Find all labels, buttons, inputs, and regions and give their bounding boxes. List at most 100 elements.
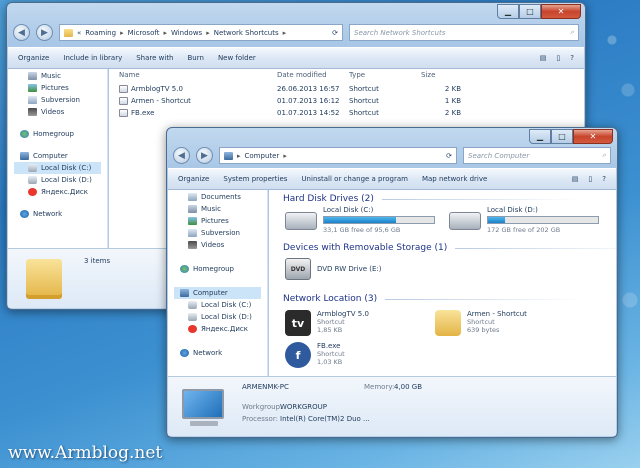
nav-item-network[interactable]: Network bbox=[14, 208, 101, 220]
nav-label: Local Disk (C:) bbox=[41, 164, 92, 172]
table-row[interactable]: FB.exe 01.07.2013 14:52 Shortcut 2 KB bbox=[119, 109, 461, 117]
group-title: Devices with Removable Storage (1) bbox=[283, 243, 448, 253]
address-bar[interactable]: ▸ Computer ▸ ⟳ bbox=[219, 147, 457, 164]
nav-item-videos[interactable]: Videos bbox=[14, 106, 101, 118]
uninstall-program-button[interactable]: Uninstall or change a program bbox=[301, 175, 408, 183]
view-options-icon[interactable]: ▤ bbox=[572, 175, 579, 183]
nav-item-local-disk-c[interactable]: Local Disk (C:) bbox=[14, 162, 101, 174]
nav-item-subversion[interactable]: Subversion bbox=[174, 227, 261, 239]
back-arrow-icon[interactable]: ◀ bbox=[173, 147, 190, 164]
breadcrumb-network-shortcuts[interactable]: Network Shortcuts bbox=[214, 29, 279, 37]
map-network-drive-button[interactable]: Map network drive bbox=[422, 175, 487, 183]
nav-item-pictures[interactable]: Pictures bbox=[14, 82, 101, 94]
refresh-icon[interactable]: ⟳ bbox=[446, 152, 452, 160]
network-item-armen-shortcut[interactable]: Armen - Shortcut Shortcut 639 bytes bbox=[435, 310, 527, 336]
network-icon bbox=[180, 349, 189, 357]
nav-item-documents[interactable]: Documents bbox=[174, 191, 261, 203]
column-size[interactable]: Size bbox=[421, 71, 461, 79]
table-row[interactable]: Armen - Shortcut 01.07.2013 16:12 Shortc… bbox=[119, 97, 461, 105]
column-headers: Name Date modified Type Size bbox=[119, 71, 461, 79]
maximize-button[interactable]: □ bbox=[519, 4, 541, 19]
nav-label: Homegroup bbox=[33, 130, 75, 138]
minimize-button[interactable]: ▁ bbox=[497, 4, 519, 19]
drive-tile-d[interactable]: Local Disk (D:) 172 GB free of 202 GB bbox=[449, 206, 599, 234]
column-date-modified[interactable]: Date modified bbox=[277, 71, 349, 79]
organize-button[interactable]: Organize bbox=[18, 54, 49, 62]
nav-item-network[interactable]: Network bbox=[174, 347, 261, 359]
nav-item-yandex-disk[interactable]: Яндекс.Диск bbox=[14, 186, 101, 198]
nav-item-music[interactable]: Music bbox=[174, 203, 261, 215]
include-in-library-button[interactable]: Include in library bbox=[63, 54, 122, 62]
processor-value: Intel(R) Core(TM)2 Duo ... bbox=[280, 415, 370, 423]
drive-free-space: 33,1 GB free of 95,6 GB bbox=[323, 226, 401, 234]
nav-item-homegroup[interactable]: Homegroup bbox=[174, 263, 261, 275]
nav-item-local-disk-d[interactable]: Local Disk (D:) bbox=[14, 174, 101, 186]
network-item-fb-exe[interactable]: f FB.exe Shortcut 1,03 KB bbox=[285, 342, 345, 368]
computer-icon bbox=[20, 152, 29, 160]
file-size: 2 KB bbox=[444, 109, 461, 117]
dvd-drive-tile[interactable]: DVD DVD RW Drive (E:) bbox=[285, 258, 382, 280]
group-header-hard-disk-drives[interactable]: Hard Disk Drives (2) bbox=[283, 194, 582, 204]
table-row[interactable]: ArmblogTV 5.0 26.06.2013 16:57 Shortcut … bbox=[119, 85, 461, 93]
documents-icon bbox=[188, 193, 197, 201]
nav-label: Network bbox=[193, 349, 223, 357]
help-icon[interactable]: ? bbox=[602, 175, 606, 183]
nav-label: Pictures bbox=[201, 217, 229, 225]
item-name: FB.exe bbox=[317, 342, 341, 350]
nav-item-videos[interactable]: Videos bbox=[174, 239, 261, 251]
memory-value: 4,00 GB bbox=[394, 383, 423, 391]
forward-arrow-icon[interactable]: ▶ bbox=[196, 147, 213, 164]
nav-item-computer[interactable]: Computer bbox=[14, 150, 101, 162]
nav-item-yandex-disk[interactable]: Яндекс.Диск bbox=[174, 323, 261, 335]
system-properties-button[interactable]: System properties bbox=[223, 175, 287, 183]
help-icon[interactable]: ? bbox=[570, 54, 574, 62]
close-button[interactable]: ✕ bbox=[573, 129, 613, 144]
nav-label: Яндекс.Диск bbox=[41, 188, 88, 196]
forward-arrow-icon[interactable]: ▶ bbox=[36, 24, 53, 41]
breadcrumb-overflow[interactable]: « bbox=[77, 29, 81, 37]
search-box[interactable]: Search Network Shortcuts ⌕ bbox=[349, 24, 579, 41]
nav-item-pictures[interactable]: Pictures bbox=[174, 215, 261, 227]
organize-button[interactable]: Organize bbox=[178, 175, 209, 183]
navigation-pane: Documents Music Pictures Subversion Vide… bbox=[168, 190, 268, 376]
breadcrumb-microsoft[interactable]: Microsoft bbox=[128, 29, 160, 37]
address-bar[interactable]: « Roaming ▸ Microsoft ▸ Windows ▸ Network S… bbox=[59, 24, 343, 41]
hard-drive-icon bbox=[449, 212, 481, 230]
nav-label: Music bbox=[201, 205, 221, 213]
share-with-button[interactable]: Share with bbox=[136, 54, 173, 62]
item-type: Shortcut bbox=[317, 350, 345, 358]
nav-item-local-disk-c[interactable]: Local Disk (C:) bbox=[174, 299, 261, 311]
preview-pane-icon[interactable]: ▯ bbox=[588, 175, 592, 183]
shortcut-icon bbox=[119, 97, 128, 105]
preview-pane-icon[interactable]: ▯ bbox=[556, 54, 560, 62]
group-header-network-location[interactable]: Network Location (3) bbox=[283, 294, 586, 304]
maximize-button[interactable]: □ bbox=[551, 129, 573, 144]
close-button[interactable]: ✕ bbox=[541, 4, 581, 19]
breadcrumb-computer[interactable]: Computer bbox=[245, 152, 280, 160]
refresh-icon[interactable]: ⟳ bbox=[332, 29, 338, 37]
nav-item-music[interactable]: Music bbox=[14, 70, 101, 82]
search-placeholder: Search Network Shortcuts bbox=[354, 28, 446, 37]
drive-tile-c[interactable]: Local Disk (C:) 33,1 GB free of 95,6 GB bbox=[285, 206, 435, 234]
burn-button[interactable]: Burn bbox=[188, 54, 204, 62]
nav-item-subversion[interactable]: Subversion bbox=[14, 94, 101, 106]
column-type[interactable]: Type bbox=[349, 71, 421, 79]
network-item-armblogtv[interactable]: tv ArmblogTV 5.0 Shortcut 1,85 KB bbox=[285, 310, 369, 336]
breadcrumb-windows[interactable]: Windows bbox=[171, 29, 202, 37]
search-box[interactable]: Search Computer ⌕ bbox=[463, 147, 611, 164]
item-type: Shortcut bbox=[467, 318, 495, 326]
minimize-button[interactable]: ▁ bbox=[529, 129, 551, 144]
new-folder-button[interactable]: New folder bbox=[218, 54, 256, 62]
nav-item-homegroup[interactable]: Homegroup bbox=[14, 128, 101, 140]
group-header-removable-storage[interactable]: Devices with Removable Storage (1) bbox=[283, 243, 617, 253]
breadcrumb-roaming[interactable]: Roaming bbox=[85, 29, 116, 37]
nav-item-local-disk-d[interactable]: Local Disk (D:) bbox=[174, 311, 261, 323]
item-name: ArmblogTV 5.0 bbox=[317, 310, 369, 318]
column-name[interactable]: Name bbox=[119, 71, 277, 79]
drive-name: Local Disk (D:) bbox=[487, 206, 538, 214]
back-arrow-icon[interactable]: ◀ bbox=[13, 24, 30, 41]
drive-icon bbox=[28, 176, 37, 184]
view-options-icon[interactable]: ▤ bbox=[540, 54, 547, 62]
nav-item-computer[interactable]: Computer bbox=[174, 287, 261, 299]
videos-icon bbox=[28, 108, 37, 116]
